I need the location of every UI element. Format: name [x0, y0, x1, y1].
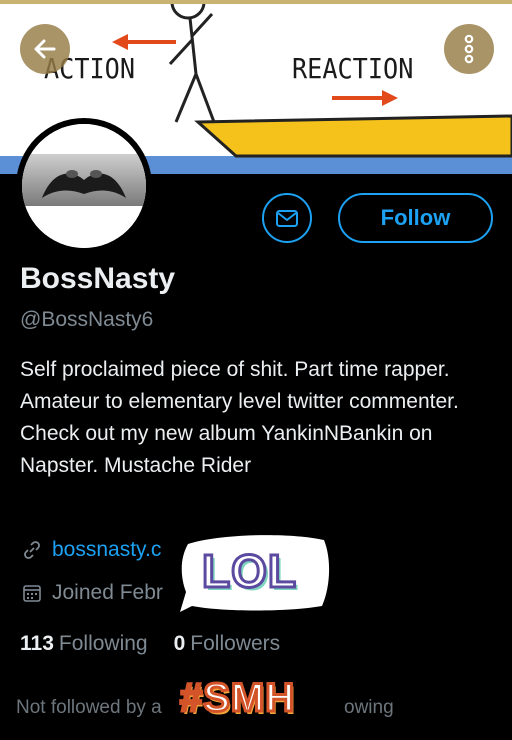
profile-bio: Self proclaimed piece of shit. Part time… [20, 358, 459, 477]
message-button[interactable] [262, 193, 312, 243]
more-vertical-icon [464, 34, 474, 64]
following-label: Following [58, 632, 148, 655]
profile-joined-row: Joined Febr [20, 581, 163, 605]
back-arrow-icon [34, 39, 56, 59]
profile-handle: @BossNasty6 [20, 308, 154, 331]
calendar-icon [20, 581, 44, 605]
followers-count: 0 [173, 632, 186, 655]
profile-website-link[interactable]: bossnasty.c [52, 538, 161, 562]
following-stat[interactable]: 113 Following [20, 632, 148, 656]
not-followed-text: Not followed by a [16, 697, 162, 718]
link-icon [20, 538, 44, 562]
not-followed-text-tail: owing [344, 697, 394, 718]
followers-stat[interactable]: 0 Followers [174, 632, 281, 656]
follow-button[interactable]: Follow [338, 193, 493, 243]
mail-icon [276, 210, 298, 227]
avatar-image [22, 124, 146, 248]
profile-avatar[interactable] [16, 118, 152, 254]
smh-sticker-text: #SMH [178, 675, 296, 722]
back-button[interactable] [20, 24, 70, 74]
profile-name: BossNasty [20, 262, 176, 295]
following-count: 113 [20, 632, 54, 655]
lol-sticker-text: LOL [201, 544, 298, 599]
profile-stats: 113 Following 0 Followers [20, 632, 280, 656]
lol-sticker: LOL [178, 530, 334, 614]
more-options-button[interactable] [444, 24, 494, 74]
smh-sticker: #SMH [170, 670, 335, 732]
profile-joined-text: Joined Febr [52, 581, 163, 604]
banner-reaction-text: REACTION [292, 52, 414, 85]
followers-label: Followers [190, 632, 281, 655]
profile-website-row[interactable]: bossnasty.c [20, 538, 161, 562]
